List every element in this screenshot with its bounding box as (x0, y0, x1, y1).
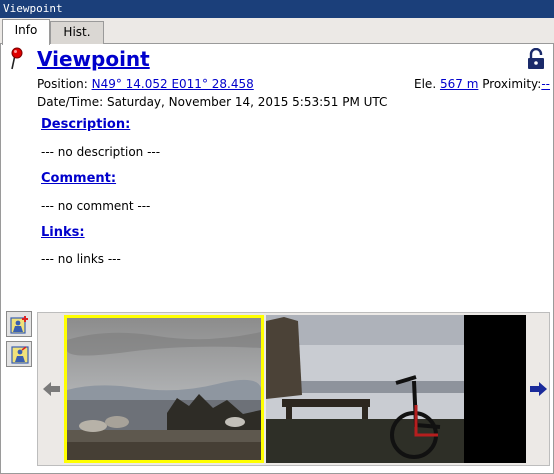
photo-gallery (37, 312, 550, 466)
proximity-link[interactable]: -- (541, 77, 550, 91)
photo-info-button[interactable] (6, 341, 32, 367)
comment-heading[interactable]: Comment: (41, 171, 116, 186)
links-text: --- no links --- (41, 252, 121, 266)
photo-thumbnail[interactable] (266, 315, 464, 463)
datetime-text: Date/Time: Saturday, November 14, 2015 5… (37, 95, 388, 109)
add-photo-button[interactable] (6, 311, 32, 337)
links-heading[interactable]: Links: (41, 225, 85, 240)
photo-empty-area (464, 315, 526, 463)
arrow-left-icon[interactable] (42, 379, 62, 399)
arrow-right-icon[interactable] (528, 379, 548, 399)
photo-info-icon (11, 346, 29, 364)
elevation-row: Ele. 567 m Proximity:-- (414, 76, 550, 92)
lock-open-icon[interactable] (527, 48, 545, 70)
elevation-label: Ele. (414, 77, 437, 91)
description-text: --- no description --- (41, 145, 161, 159)
position-row: Position: N49° 14.052 E011° 28.458 (37, 76, 254, 92)
position-label: Position: (37, 77, 88, 91)
elevation-link[interactable]: 567 m (440, 77, 478, 91)
position-link[interactable]: N49° 14.052 E011° 28.458 (92, 77, 254, 91)
red-pin-icon (11, 47, 23, 70)
comment-text: --- no comment --- (41, 199, 151, 213)
description-area: Description: --- no description --- Comm… (37, 112, 550, 304)
window-title: Viewpoint (0, 0, 554, 18)
waypoint-name-link[interactable]: Viewpoint (37, 46, 150, 72)
photo-thumbnail-selected[interactable] (64, 315, 264, 463)
tab-history[interactable]: Hist. (50, 21, 104, 44)
tab-info[interactable]: Info (2, 19, 50, 45)
tab-bar: Info Hist. (0, 19, 554, 45)
description-heading[interactable]: Description: (41, 117, 130, 132)
proximity-label: Proximity: (482, 77, 542, 91)
add-photo-icon (10, 316, 28, 334)
